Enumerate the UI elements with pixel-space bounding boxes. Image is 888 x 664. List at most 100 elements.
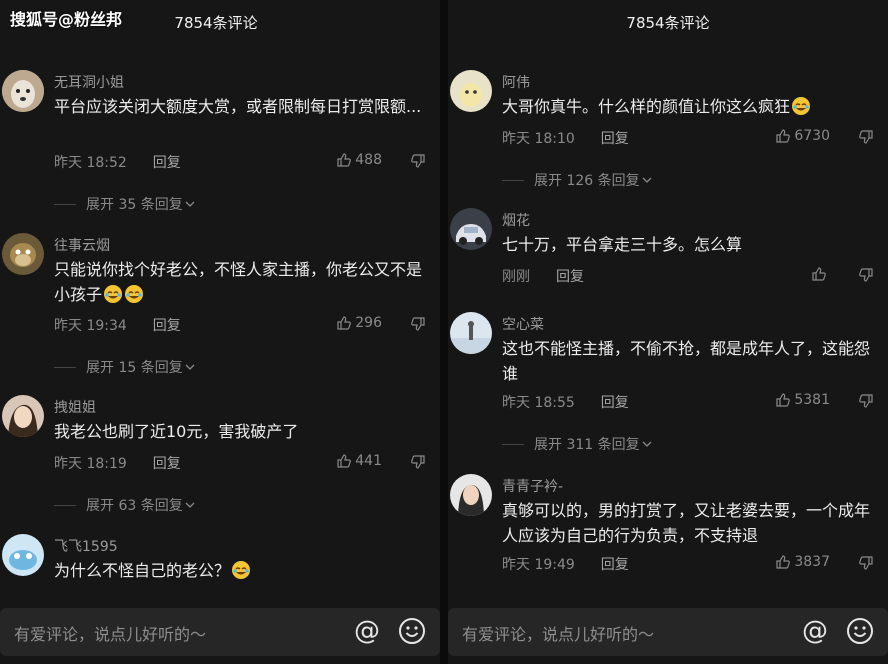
avatar[interactable] <box>450 70 492 112</box>
thumb-up-icon <box>336 315 352 331</box>
expand-line <box>54 203 76 205</box>
comment-input-bar[interactable]: 有爱评论，说点儿好听的～ @ <box>448 608 888 656</box>
reply-button[interactable]: 回复 <box>601 557 629 573</box>
timestamp: 昨天 18:52 <box>54 155 127 171</box>
chevron-down-icon <box>183 360 197 374</box>
smiley-icon[interactable] <box>398 617 426 645</box>
expand-label: 展开 126 条回复 <box>534 173 640 189</box>
laughing-emoji-icon <box>103 284 123 304</box>
expand-line <box>54 366 76 368</box>
like-button[interactable]: 296 <box>336 315 382 331</box>
timestamp: 昨天 18:55 <box>502 395 575 411</box>
expand-replies-button[interactable]: 展开 126 条回复 <box>502 170 654 190</box>
avatar[interactable] <box>450 474 492 516</box>
thumb-up-icon <box>775 128 791 144</box>
expand-label: 展开 311 条回复 <box>534 437 640 453</box>
like-count: 488 <box>355 152 382 168</box>
reply-button[interactable]: 回复 <box>601 395 629 411</box>
avatar[interactable] <box>2 534 44 576</box>
username[interactable]: 飞飞1595 <box>54 536 118 556</box>
reply-button[interactable]: 回复 <box>153 456 181 472</box>
thumb-down-icon[interactable] <box>858 393 876 411</box>
comment-meta: 昨天 19:49 回复 <box>502 554 629 574</box>
comment-input[interactable]: 有爱评论，说点儿好听的～ <box>462 621 654 645</box>
username[interactable]: 往事云烟 <box>54 235 110 255</box>
username[interactable]: 拽姐姐 <box>54 397 96 417</box>
comment-meta: 昨天 19:34 回复 <box>54 315 181 335</box>
at-icon[interactable]: @ <box>800 616 830 646</box>
comment-text: 大哥你真牛。什么样的颜值让你这么疯狂 <box>502 94 870 119</box>
comment-meta: 昨天 18:10 回复 <box>502 128 629 148</box>
thumb-up-icon <box>811 266 827 282</box>
comment-meta: 刚刚 回复 <box>502 266 584 286</box>
comment-text: 这也不能怪主播，不偷不抢，都是成年人了，这能怨谁 <box>502 339 871 383</box>
username[interactable]: 无耳洞小姐 <box>54 72 124 92</box>
expand-replies-button[interactable]: 展开 63 条回复 <box>54 495 197 515</box>
like-button[interactable]: 488 <box>336 152 382 168</box>
timestamp: 昨天 18:19 <box>54 456 127 472</box>
thumb-down-icon[interactable] <box>858 129 876 147</box>
thumb-down-icon[interactable] <box>410 153 428 171</box>
comment-text: 七十万，平台拿走三十多。怎么算 <box>502 235 743 254</box>
reply-button[interactable]: 回复 <box>601 131 629 147</box>
thumb-down-icon[interactable] <box>410 454 428 472</box>
like-count: 5381 <box>794 392 830 408</box>
avatar[interactable] <box>2 233 44 275</box>
timestamp: 昨天 19:34 <box>54 318 127 334</box>
thumb-down-icon[interactable] <box>858 555 876 573</box>
timestamp: 昨天 19:49 <box>502 557 575 573</box>
thumb-up-icon <box>336 152 352 168</box>
thumb-down-icon[interactable] <box>410 316 428 334</box>
thumb-up-icon <box>775 392 791 408</box>
reply-button[interactable]: 回复 <box>153 318 181 334</box>
comment-input[interactable]: 有爱评论，说点儿好听的～ <box>14 621 206 645</box>
watermark: 搜狐号@粉丝邦 <box>10 10 123 29</box>
expand-replies-button[interactable]: 展开 311 条回复 <box>502 434 654 454</box>
thumb-up-icon <box>336 453 352 469</box>
like-button[interactable] <box>811 266 830 282</box>
comment-text: 只能说你找个好老公，不怪人家主播，你老公又不是小孩子 <box>54 260 423 304</box>
avatar[interactable] <box>2 395 44 437</box>
comment-panel-right: 7854条评论 阿伟 大哥你真牛。什么样的颜值让你这么疯狂 昨天 18:10 回复… <box>448 0 888 664</box>
comment-panel-left: 7854条评论 无耳洞小姐 平台应该关闭大额度大赏，或者限制每日打赏限额... … <box>0 0 440 664</box>
smiley-icon[interactable] <box>846 617 874 645</box>
like-button[interactable]: 3837 <box>775 554 830 570</box>
comment-meta: 昨天 18:55 回复 <box>502 392 629 412</box>
chevron-down-icon <box>640 437 654 451</box>
comment-input-bar[interactable]: 有爱评论，说点儿好听的～ @ <box>0 608 440 656</box>
like-button[interactable]: 6730 <box>775 128 830 144</box>
timestamp: 昨天 18:10 <box>502 131 575 147</box>
username[interactable]: 空心菜 <box>502 314 544 334</box>
avatar[interactable] <box>2 70 44 112</box>
avatar[interactable] <box>450 312 492 354</box>
expand-line <box>502 179 524 181</box>
laughing-emoji-icon <box>124 284 144 304</box>
chevron-down-icon <box>183 197 197 211</box>
username[interactable]: 烟花 <box>502 210 530 230</box>
avatar[interactable] <box>450 208 492 250</box>
like-button[interactable]: 441 <box>336 453 382 469</box>
reply-button[interactable]: 回复 <box>556 269 584 285</box>
chevron-down-icon <box>640 173 654 187</box>
like-count: 441 <box>355 453 382 469</box>
at-icon[interactable]: @ <box>352 616 382 646</box>
like-count: 3837 <box>794 554 830 570</box>
like-count: 296 <box>355 315 382 331</box>
laughing-emoji-icon <box>791 96 811 116</box>
expand-replies-button[interactable]: 展开 35 条回复 <box>54 194 197 214</box>
thumb-down-icon[interactable] <box>858 267 876 285</box>
expand-replies-button[interactable]: 展开 15 条回复 <box>54 357 197 377</box>
username[interactable]: 青青子衿- <box>502 476 563 496</box>
username[interactable]: 阿伟 <box>502 72 530 92</box>
like-button[interactable]: 5381 <box>775 392 830 408</box>
comment-count-header: 7854条评论 <box>626 14 710 32</box>
expand-line <box>54 504 76 506</box>
comment-text: 平台应该关闭大额度大赏，或者限制每日打赏限额... <box>54 97 422 116</box>
comment-text: 我老公也刷了近10元，害我破产了 <box>54 422 299 441</box>
reply-button[interactable]: 回复 <box>153 155 181 171</box>
timestamp: 刚刚 <box>502 269 530 285</box>
comment-meta: 昨天 18:19 回复 <box>54 453 181 473</box>
expand-line <box>502 443 524 445</box>
expand-label: 展开 15 条回复 <box>86 360 183 376</box>
like-count: 6730 <box>794 128 830 144</box>
